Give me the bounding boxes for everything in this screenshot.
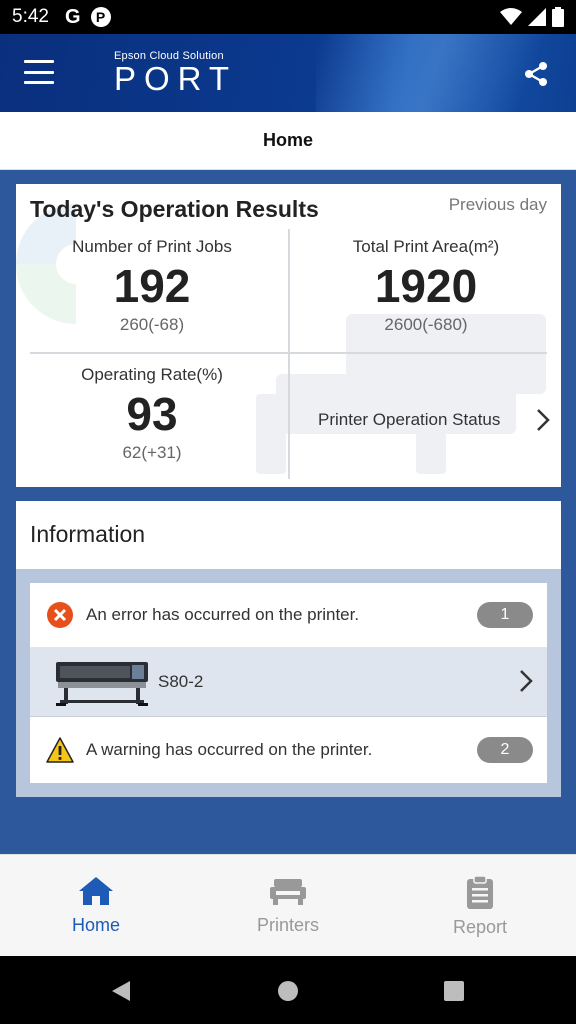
system-navigation-bar: [0, 956, 576, 1024]
print-area-value: 1920: [374, 260, 478, 312]
main-content: Today's Operation Results Previous day N…: [0, 170, 576, 854]
information-card: Information An error has occurred on the…: [16, 501, 561, 797]
share-icon[interactable]: [522, 60, 550, 88]
warning-alert-row[interactable]: A warning has occurred on the printer. 2: [30, 718, 547, 782]
nav-printers-label: Printers: [256, 915, 319, 935]
nav-tab-report[interactable]: Report: [384, 855, 576, 957]
print-jobs-metric: Number of Print Jobs 192 260(-68): [22, 237, 282, 335]
operating-rate-metric: Operating Rate(%) 93 62(+31): [22, 365, 282, 463]
signal-icon: [528, 8, 546, 26]
error-x-icon: [47, 602, 73, 628]
back-icon[interactable]: [110, 979, 132, 1003]
google-icon: G: [64, 5, 81, 28]
print-jobs-value: 192: [113, 260, 191, 312]
nav-tab-home[interactable]: Home: [0, 855, 192, 957]
nav-home-label: Home: [71, 915, 120, 935]
information-header: Information: [16, 501, 561, 569]
warning-triangle-icon: [46, 737, 74, 763]
pocket-icon: P: [90, 7, 111, 27]
chevron-right-icon: [537, 409, 550, 431]
error-count-badge: 1: [477, 602, 533, 628]
nav-tab-printers[interactable]: Printers: [192, 855, 384, 957]
bottom-navigation: Home Printers Report: [0, 854, 576, 956]
operation-results-card: Today's Operation Results Previous day N…: [16, 184, 561, 487]
clipboard-icon: [467, 875, 493, 909]
operating-rate-previous: 62(+31): [122, 443, 182, 462]
status-bar: 5:42 G P: [0, 0, 576, 34]
results-title: Today's Operation Results: [30, 196, 319, 222]
battery-icon: [552, 7, 564, 27]
home-icon: [79, 877, 113, 905]
app-bar: Epson Cloud Solution PORT: [0, 34, 576, 112]
printer-item-s80-2[interactable]: S80-2: [30, 647, 547, 717]
previous-day-label: Previous day: [448, 195, 547, 214]
error-message: An error has occurred on the printer.: [86, 605, 360, 624]
operating-rate-label: Operating Rate(%): [81, 365, 223, 384]
status-right-icons: [500, 7, 564, 27]
recents-icon[interactable]: [444, 981, 464, 1001]
error-alert-row[interactable]: An error has occurred on the printer. 1: [30, 583, 547, 647]
hamburger-menu-icon[interactable]: [24, 60, 54, 84]
brand-title: PORT: [114, 60, 238, 97]
printer-operation-status-link[interactable]: Printer Operation Status: [318, 402, 550, 438]
page-title: Home: [262, 130, 313, 150]
chevron-right-icon: [520, 670, 533, 692]
print-area-label: Total Print Area(m²): [352, 237, 500, 256]
print-jobs-label: Number of Print Jobs: [72, 237, 232, 256]
warning-message: A warning has occurred on the printer.: [86, 740, 373, 759]
printer-name: S80-2: [158, 671, 204, 691]
nav-report-label: Report: [452, 917, 508, 937]
warning-count-badge: 2: [477, 737, 533, 763]
information-title: Information: [30, 521, 146, 547]
home-circle-icon[interactable]: [277, 980, 299, 1002]
status-time: 5:42: [12, 6, 49, 27]
vertical-divider: [288, 229, 290, 479]
print-area-previous: 2600(-680): [384, 315, 468, 334]
wifi-icon: [500, 8, 522, 25]
operating-rate-value: 93: [126, 388, 178, 440]
printer-icon: [270, 879, 306, 905]
app-logo: Epson Cloud Solution PORT: [114, 50, 237, 96]
print-area-metric: Total Print Area(m²) 1920 2600(-680): [296, 237, 556, 335]
large-format-printer-image: [56, 661, 148, 706]
alerts-list: An error has occurred on the printer. 1 …: [30, 583, 547, 783]
print-jobs-previous: 260(-68): [119, 315, 185, 334]
printer-operation-status-label: Printer Operation Status: [318, 410, 501, 429]
horizontal-divider: [30, 352, 547, 354]
page-header: Home: [0, 112, 576, 170]
